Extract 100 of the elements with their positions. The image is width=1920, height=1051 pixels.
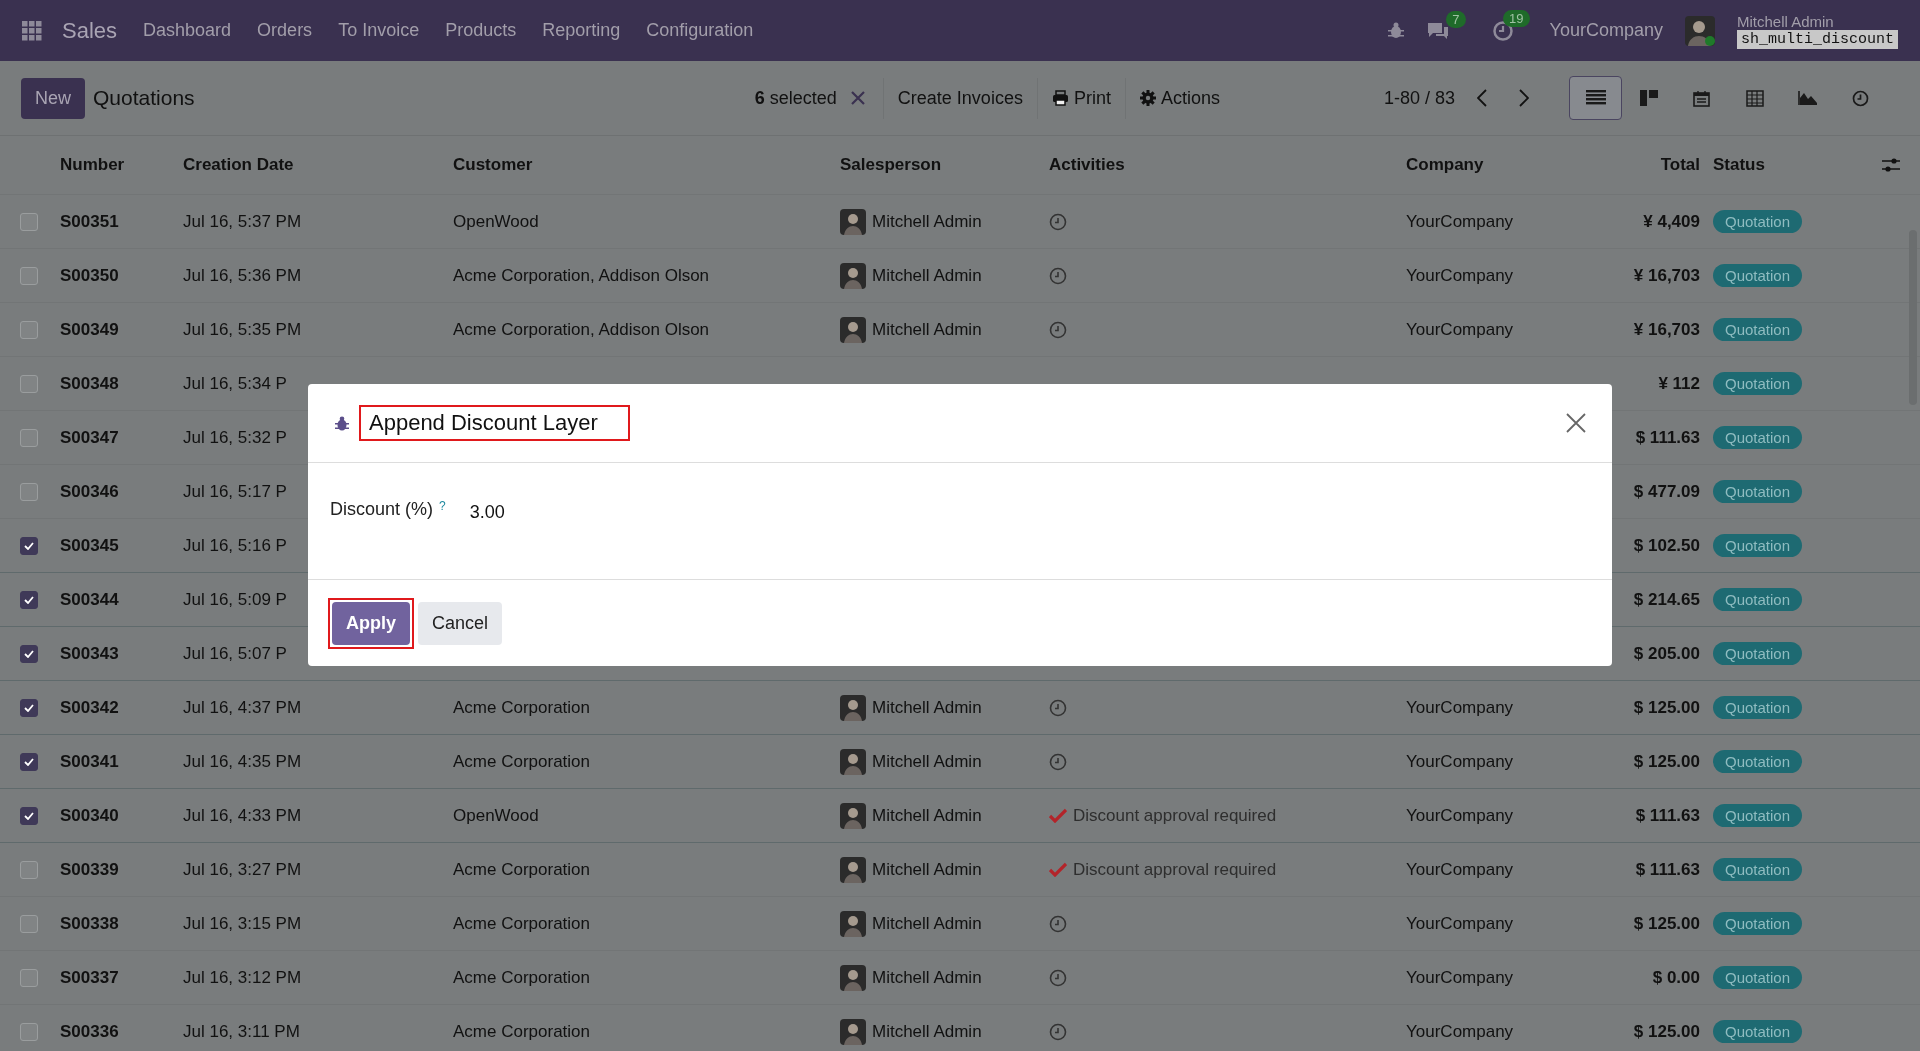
status-badge: Quotation — [1713, 966, 1803, 989]
chevron-right-icon[interactable] — [1519, 89, 1529, 107]
avatar — [840, 964, 866, 991]
field-label: Discount (%) — [330, 499, 434, 520]
status-badge: Quotation — [1713, 480, 1803, 503]
company-name[interactable]: YourCompany — [1549, 20, 1663, 41]
column-header[interactable]: Company — [1406, 155, 1484, 175]
order-number: S00340 — [60, 805, 119, 826]
menu-item[interactable]: Products — [445, 20, 517, 41]
avatar — [840, 802, 866, 829]
apply-button[interactable]: Apply — [332, 601, 410, 645]
row-checkbox[interactable] — [20, 806, 38, 825]
chevron-left-icon[interactable] — [1477, 89, 1487, 107]
app-menu-icon[interactable] — [22, 20, 42, 41]
row-checkbox[interactable] — [20, 644, 38, 663]
row-checkbox[interactable] — [20, 752, 38, 771]
order-number: S00339 — [60, 859, 119, 880]
discount-input[interactable]: 3.00 — [469, 502, 505, 523]
menu-item[interactable]: Configuration — [646, 20, 754, 41]
pager-value: 1-80 / 83 — [1383, 87, 1455, 109]
checkmark-icon — [24, 757, 34, 766]
order-number: S00336 — [60, 1021, 119, 1042]
row-checkbox[interactable] — [20, 914, 38, 933]
customer-name: Acme Corporation — [453, 697, 590, 718]
salesperson-name: Mitchell Admin — [872, 265, 982, 286]
new-button[interactable]: New — [21, 77, 85, 119]
order-number: S00346 — [60, 481, 119, 502]
status-badge: Quotation — [1713, 426, 1803, 449]
list-view-icon — [1585, 90, 1606, 106]
order-number: S00348 — [60, 373, 119, 394]
close-button[interactable] — [1566, 413, 1586, 433]
column-header[interactable]: Total — [1660, 155, 1700, 175]
action-button[interactable]: Print — [1036, 77, 1125, 119]
salesperson-name: Mitchell Admin — [872, 319, 982, 340]
total-amount: $ 0.00 — [1652, 967, 1700, 988]
row-checkbox[interactable] — [20, 536, 38, 555]
settings-icon[interactable] — [1882, 157, 1900, 173]
user-name: Mitchell Admin — [1736, 12, 1835, 30]
creation-date: Jul 16, 3:11 PM — [183, 1021, 300, 1042]
avatar — [840, 262, 866, 289]
column-header[interactable]: Activities — [1049, 155, 1125, 175]
clock-icon — [1852, 89, 1869, 107]
avatar — [840, 748, 866, 775]
row-checkbox[interactable] — [20, 212, 38, 231]
avatar — [840, 910, 866, 937]
column-header[interactable]: Status — [1713, 155, 1765, 175]
total-amount: $ 125.00 — [1633, 751, 1700, 772]
row-checkbox[interactable] — [20, 1022, 38, 1041]
company-name: YourCompany — [1406, 859, 1514, 880]
row-checkbox[interactable] — [20, 590, 38, 609]
row-checkbox[interactable] — [20, 968, 38, 987]
total-amount: ¥ 112 — [1658, 373, 1700, 394]
action-button[interactable]: Create Invoices — [882, 77, 1037, 119]
help-tooltip[interactable]: ? — [439, 499, 446, 513]
bug-icon[interactable] — [1387, 22, 1404, 39]
menu-item[interactable]: Orders — [257, 20, 313, 41]
action-button[interactable]: Actions — [1124, 77, 1234, 119]
customer-name: OpenWood — [453, 211, 539, 232]
customer-name: OpenWood — [453, 805, 539, 826]
column-header[interactable]: Creation Date — [183, 155, 294, 175]
status-badge: Quotation — [1713, 1020, 1803, 1043]
creation-date: Jul 16, 5:16 P — [183, 535, 287, 556]
row-checkbox[interactable] — [20, 320, 38, 339]
company-name: YourCompany — [1406, 913, 1514, 934]
customer-name: Acme Corporation — [453, 1021, 590, 1042]
clock-icon — [1049, 1022, 1067, 1041]
column-header[interactable]: Salesperson — [840, 155, 942, 175]
creation-date: Jul 16, 4:35 PM — [183, 751, 302, 772]
row-checkbox[interactable] — [20, 860, 38, 879]
order-number: S00343 — [60, 643, 119, 664]
checkmark-icon — [24, 541, 34, 550]
view-switch-button[interactable] — [1569, 76, 1622, 120]
order-number: S00337 — [60, 967, 119, 988]
order-number: S00342 — [60, 697, 119, 718]
row-checkbox[interactable] — [20, 266, 38, 285]
total-amount: ¥ 16,703 — [1633, 265, 1700, 286]
row-checkbox[interactable] — [20, 374, 38, 393]
printer-icon — [1051, 90, 1069, 106]
user-avatar[interactable] — [1684, 14, 1715, 47]
column-header[interactable]: Customer — [453, 155, 533, 175]
total-amount: $ 477.09 — [1633, 481, 1700, 502]
chat-icon[interactable] — [1425, 20, 1450, 41]
row-checkbox[interactable] — [20, 698, 38, 717]
status-badge: Quotation — [1713, 588, 1803, 611]
checkmark-icon — [24, 703, 34, 712]
message-count: 7 — [1446, 10, 1466, 28]
order-number: S00338 — [60, 913, 119, 934]
salesperson-name: Mitchell Admin — [872, 1021, 982, 1042]
order-number: S00349 — [60, 319, 119, 340]
menu-item[interactable]: To Invoice — [338, 20, 420, 41]
menu-item[interactable]: Reporting — [542, 20, 621, 41]
menu-item[interactable]: Dashboard — [143, 20, 232, 41]
row-checkbox[interactable] — [20, 428, 38, 447]
customer-name: Acme Corporation, Addison Olson — [453, 265, 710, 286]
salesperson-name: Mitchell Admin — [872, 751, 982, 772]
total-amount: $ 125.00 — [1633, 1021, 1700, 1042]
column-header[interactable]: Number — [60, 155, 125, 175]
cancel-button[interactable]: Cancel — [418, 601, 503, 645]
row-checkbox[interactable] — [20, 482, 38, 501]
creation-date: Jul 16, 5:36 PM — [183, 265, 302, 286]
